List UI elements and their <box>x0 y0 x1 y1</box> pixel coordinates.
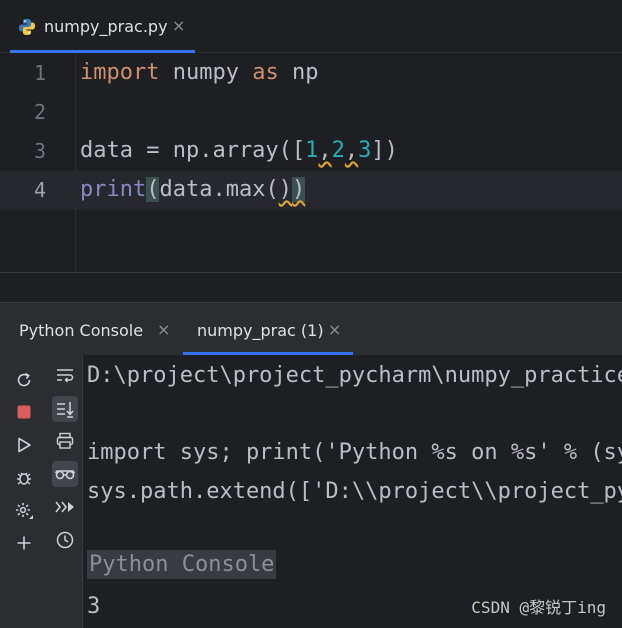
tab-label: Python Console <box>19 321 144 340</box>
code-text: data = np.array([1,2,3]) <box>80 138 398 163</box>
tab-label: numpy_prac.py <box>44 17 168 36</box>
run-icon[interactable] <box>11 432 37 458</box>
console-panel: D:\project\project_pycharm\numpy_practic… <box>0 355 622 628</box>
output-line: D:\project\project_pycharm\numpy_practic… <box>87 363 622 388</box>
output-line: import sys; print('Python %s on %s' % (s… <box>87 440 622 465</box>
tab-close-icon[interactable]: × <box>328 320 341 339</box>
editor-tab-bar: numpy_prac.py × <box>0 0 622 53</box>
history-clock-icon[interactable] <box>52 527 78 553</box>
code-editor[interactable]: 1 import numpy as np 2 3 data = np.array… <box>0 53 622 273</box>
tab-label: numpy_prac (1) <box>197 321 324 340</box>
debug-icon[interactable] <box>11 465 37 491</box>
stop-icon[interactable] <box>11 399 37 425</box>
line-number: 1 <box>33 61 46 85</box>
print-icon[interactable] <box>52 428 78 454</box>
settings-gear-icon[interactable] <box>11 498 37 524</box>
console-banner: Python Console <box>87 550 277 579</box>
add-icon[interactable] <box>11 530 37 556</box>
soft-wrap-icon[interactable] <box>52 363 78 389</box>
output-line: sys.path.extend(['D:\\project\\project_p… <box>87 479 622 504</box>
output-line: 3 <box>87 594 101 619</box>
tab-close-icon[interactable]: × <box>172 16 185 35</box>
show-variables-glasses-icon[interactable] <box>52 461 78 487</box>
console-output[interactable]: D:\project\project_pycharm\numpy_practic… <box>83 355 622 628</box>
console-tab-bar: Python Console × numpy_prac (1) × <box>0 302 622 355</box>
console-toolbar <box>0 355 83 628</box>
tab-numpy-prac-console[interactable]: numpy_prac (1) × <box>183 303 353 355</box>
line-number: 4 <box>33 178 46 202</box>
code-line-4[interactable]: 4 print(data.max()) <box>0 171 622 210</box>
python-file-icon <box>19 19 35 35</box>
line-number: 3 <box>33 139 46 163</box>
tab-python-console[interactable]: Python Console × <box>0 303 182 355</box>
code-text: print(data.max()) <box>80 177 306 202</box>
tab-close-icon[interactable]: × <box>157 320 170 339</box>
watermark: CSDN @黎锐丁ing <box>471 598 606 617</box>
code-text: import numpy as np <box>80 60 319 85</box>
scroll-to-end-icon[interactable] <box>52 396 78 422</box>
rerun-icon[interactable] <box>11 367 37 393</box>
editor-bottom-strip <box>0 272 622 301</box>
line-number: 2 <box>33 100 46 124</box>
execute-forward-icon[interactable] <box>52 494 78 520</box>
tab-numpy-prac[interactable]: numpy_prac.py × <box>10 0 195 53</box>
code-line-2[interactable]: 2 <box>0 93 622 132</box>
code-line-1[interactable]: 1 import numpy as np <box>0 54 622 93</box>
code-line-3[interactable]: 3 data = np.array([1,2,3]) <box>0 132 622 171</box>
